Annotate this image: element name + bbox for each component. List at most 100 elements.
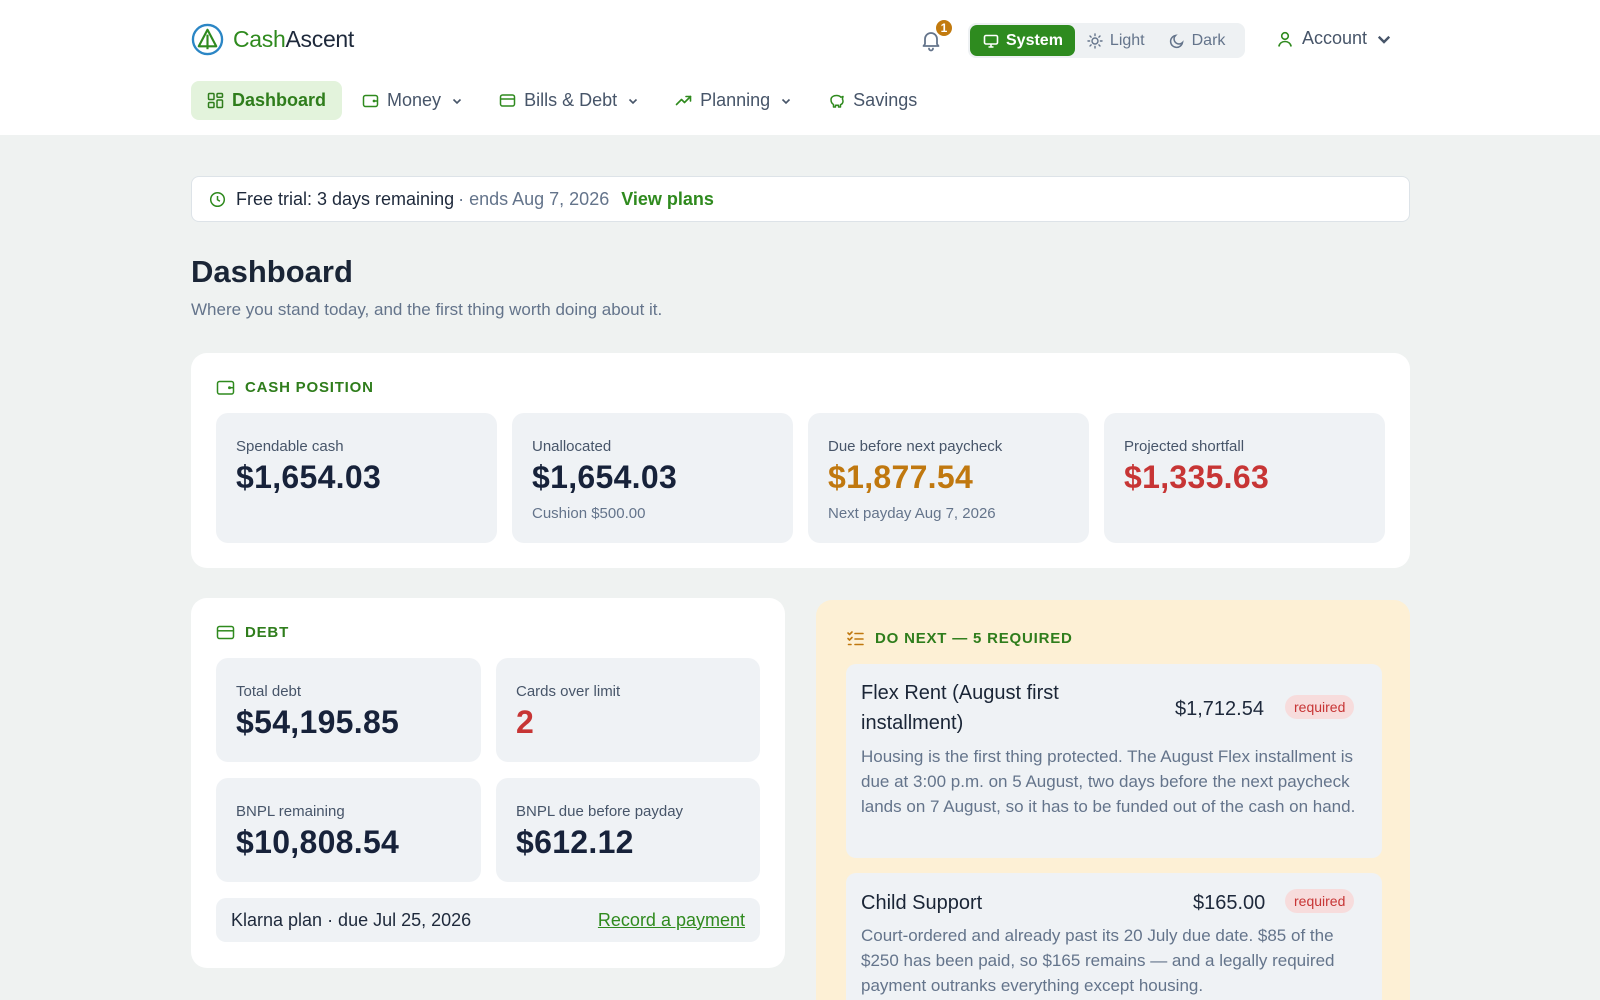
trial-banner: Free trial: 3 days remaining · ends Aug … xyxy=(191,176,1410,222)
theme-dark-button[interactable]: Dark xyxy=(1157,25,1238,56)
nav-money[interactable]: Money xyxy=(346,81,479,120)
nav-bills-debt[interactable]: Bills & Debt xyxy=(483,81,655,120)
projected-shortfall-value: $1,335.63 xyxy=(1124,459,1270,495)
tile-label: Cards over limit xyxy=(516,683,621,700)
debt-heading: DEBT xyxy=(216,623,289,642)
required-badge: required xyxy=(1285,889,1355,913)
grid-icon xyxy=(207,92,224,109)
spendable-cash-tile: Spendable cash $1,654.03 xyxy=(216,413,497,543)
cards-over-limit-value: 2 xyxy=(516,704,535,740)
tile-label: Projected shortfall xyxy=(1124,438,1245,455)
task-title-line1: Flex Rent (August first xyxy=(861,682,1059,704)
task-item[interactable]: Flex Rent (August first installment) $1,… xyxy=(846,664,1382,858)
do-next-card: DO NEXT — 5 REQUIRED Flex Rent (August f… xyxy=(816,600,1410,1000)
chevron-down-icon xyxy=(1377,35,1391,44)
credit-card-icon xyxy=(499,94,516,107)
theme-system-button[interactable]: System xyxy=(970,25,1075,56)
tile-label: Due before next paycheck xyxy=(828,438,1003,455)
next-payday-text: Next payday Aug 7, 2026 xyxy=(828,505,996,522)
page-title: Dashboard xyxy=(191,254,353,289)
tile-label: Total debt xyxy=(236,683,302,700)
chevron-down-icon xyxy=(629,98,638,104)
bnpl-due-tile: BNPL due before payday $612.12 xyxy=(496,778,760,882)
account-label: Account xyxy=(1302,28,1368,48)
clock-icon xyxy=(209,191,226,207)
wallet-icon xyxy=(216,380,235,395)
required-badge: required xyxy=(1285,695,1355,719)
nav-savings[interactable]: Savings xyxy=(812,81,933,120)
unallocated-value: $1,654.03 xyxy=(532,459,678,495)
theme-light-button[interactable]: Light xyxy=(1075,25,1157,56)
checklist-icon xyxy=(847,631,864,646)
spendable-cash-value: $1,654.03 xyxy=(236,459,382,495)
wallet-icon xyxy=(362,94,379,108)
brand-name-part1: Cash xyxy=(233,26,286,52)
bnpl-remaining-tile: BNPL remaining $10,808.54 xyxy=(216,778,481,882)
nav-dashboard[interactable]: Dashboard xyxy=(191,81,343,120)
user-icon xyxy=(1278,31,1292,47)
brand-name: CashAscent xyxy=(233,26,354,53)
klarna-plan-row: Klarna plan · due Jul 25, 2026 Record a … xyxy=(216,898,760,942)
account-menu[interactable]: Account xyxy=(1276,28,1393,49)
brand[interactable]: CashAscent xyxy=(191,23,354,56)
task-title: Flex Rent (August first installment) xyxy=(861,678,1059,738)
task-description: Housing is the first thing protected. Th… xyxy=(861,747,1356,816)
credit-card-icon xyxy=(216,625,235,640)
nav-bills-label: Bills & Debt xyxy=(524,90,618,110)
trial-end-date: · ends Aug 7, 2026 xyxy=(458,188,610,209)
theme-light-label: Light xyxy=(1109,31,1145,49)
cushion-text: Cushion $500.00 xyxy=(532,505,646,522)
chevron-down-icon xyxy=(782,98,791,104)
unallocated-tile: Unallocated $1,654.03 Cushion $500.00 xyxy=(512,413,793,543)
task-title-line2: installment) xyxy=(861,712,964,734)
task-item[interactable]: Child Support $165.00 required Court-ord… xyxy=(846,873,1382,1000)
total-debt-value: $54,195.85 xyxy=(236,704,400,740)
chevron-down-icon xyxy=(452,98,462,104)
logo-icon xyxy=(191,23,224,56)
trial-status: Free trial: 3 days remaining xyxy=(236,188,455,209)
top-bar: CashAscent 1 System Light Dark Account D… xyxy=(0,0,1600,135)
tile-label: BNPL due before payday xyxy=(516,803,684,820)
tile-label: BNPL remaining xyxy=(236,803,345,820)
moon-icon xyxy=(1169,33,1184,48)
cash-position-heading: CASH POSITION xyxy=(216,378,374,397)
do-next-heading: DO NEXT — 5 REQUIRED xyxy=(846,629,1073,648)
notification-badge: 1 xyxy=(934,18,954,38)
nav-savings-label: Savings xyxy=(853,90,918,110)
task-title: Child Support xyxy=(861,892,983,914)
cards-over-limit-tile: Cards over limit 2 xyxy=(496,658,760,762)
due-before-paycheck-tile: Due before next paycheck $1,877.54 Next … xyxy=(808,413,1089,543)
bnpl-remaining-value: $10,808.54 xyxy=(236,824,400,860)
nav-planning-label: Planning xyxy=(700,90,771,110)
theme-system-label: System xyxy=(1006,31,1063,49)
sun-icon xyxy=(1087,32,1103,49)
cash-position-card: CASH POSITION Spendable cash $1,654.03 U… xyxy=(191,353,1410,568)
page-subtitle: Where you stand today, and the first thi… xyxy=(191,300,663,319)
monitor-icon xyxy=(983,34,999,48)
task-amount: $1,712.54 xyxy=(1175,698,1264,720)
tile-label: Unallocated xyxy=(532,438,612,455)
total-debt-tile: Total debt $54,195.85 xyxy=(216,658,481,762)
theme-dark-label: Dark xyxy=(1191,31,1226,49)
do-next-heading-text: DO NEXT — 5 REQUIRED xyxy=(875,630,1073,647)
trending-up-icon xyxy=(675,95,692,106)
task-description: Court-ordered and already past its 20 Ju… xyxy=(861,926,1335,995)
nav-planning[interactable]: Planning xyxy=(659,81,808,120)
task-amount: $165.00 xyxy=(1193,892,1266,914)
tile-label: Spendable cash xyxy=(236,438,344,455)
debt-card: DEBT Total debt $54,195.85 Cards over li… xyxy=(191,598,785,968)
nav-dashboard-label: Dashboard xyxy=(232,90,327,110)
bnpl-due-value: $612.12 xyxy=(516,824,634,860)
view-plans-link[interactable]: View plans xyxy=(621,189,714,210)
klarna-plan-text: Klarna plan · due Jul 25, 2026 xyxy=(231,909,472,930)
due-before-paycheck-value: $1,877.54 xyxy=(828,459,974,495)
record-payment-link[interactable]: Record a payment xyxy=(598,910,745,931)
projected-shortfall-tile: Projected shortfall $1,335.63 xyxy=(1104,413,1385,543)
debt-heading-text: DEBT xyxy=(245,624,290,641)
theme-switcher: System Light Dark xyxy=(968,23,1245,58)
brand-name-part2: Ascent xyxy=(285,26,355,52)
main-nav: Dashboard Money Bills & Debt Planning Sa… xyxy=(191,81,937,120)
piggy-bank-icon xyxy=(830,94,844,108)
cash-position-heading-text: CASH POSITION xyxy=(245,379,374,396)
nav-money-label: Money xyxy=(387,90,442,110)
